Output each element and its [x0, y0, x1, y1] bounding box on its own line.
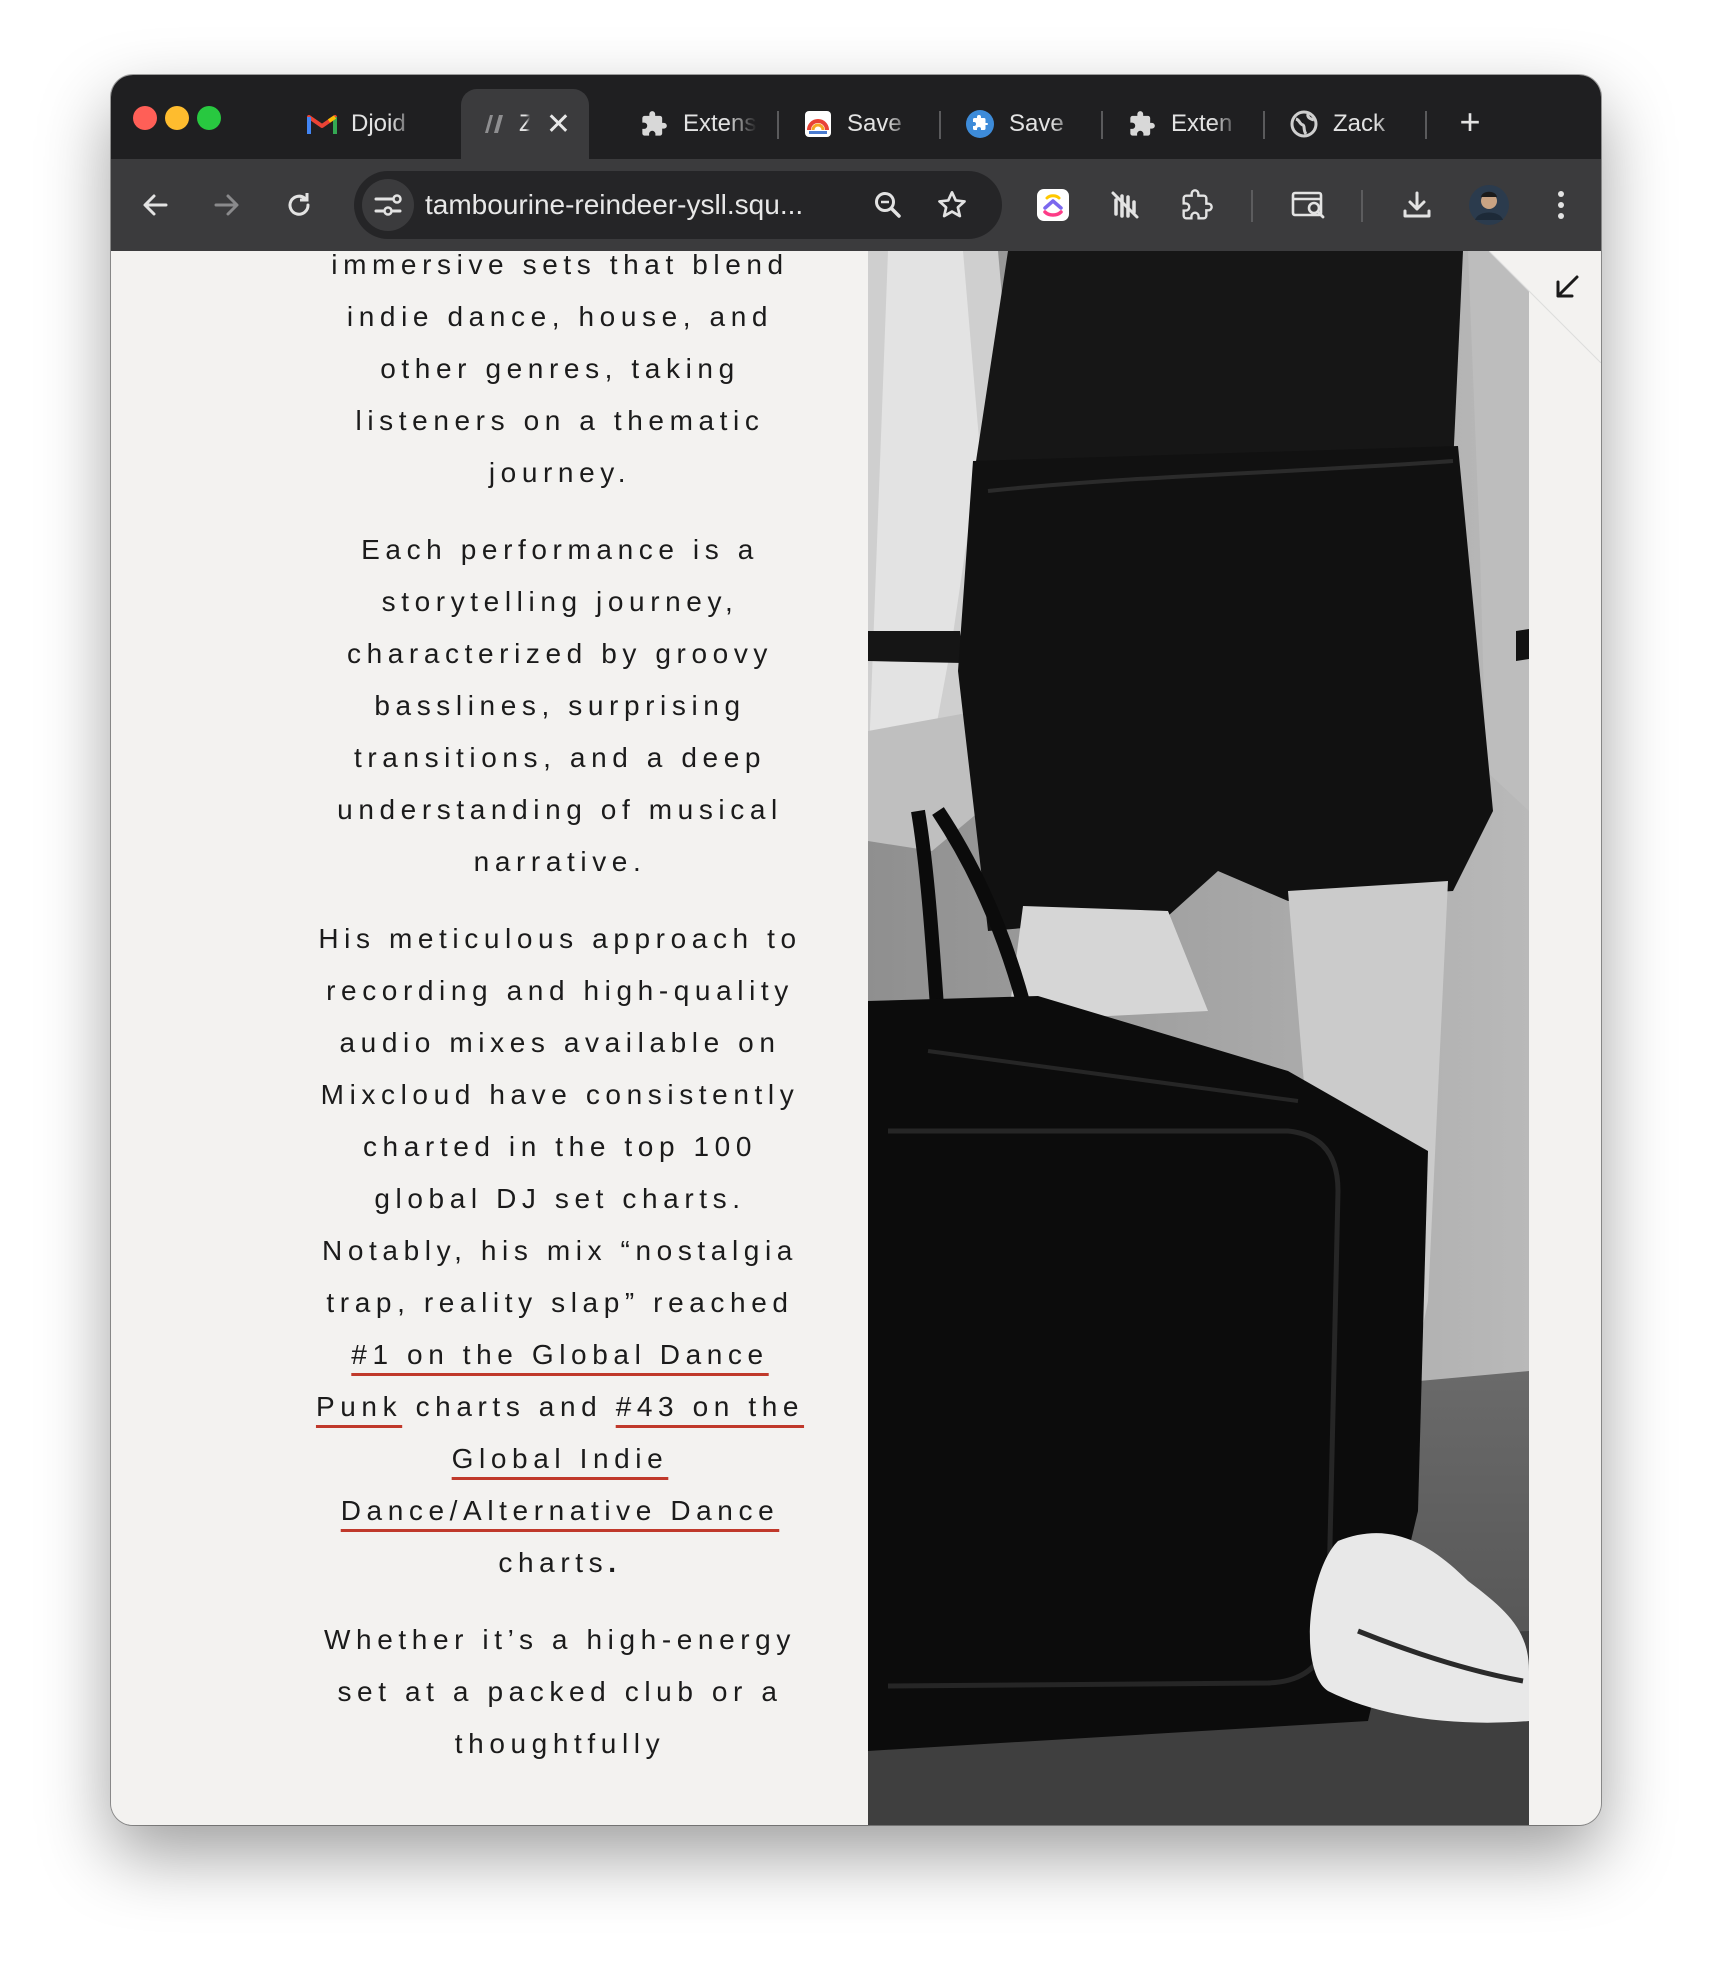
- tab-separator: [777, 111, 779, 139]
- collapse-arrow-icon[interactable]: [1549, 269, 1585, 305]
- close-tab-icon[interactable]: ✕: [546, 107, 571, 142]
- download-icon[interactable]: [1393, 181, 1441, 229]
- new-tab-button[interactable]: +: [1445, 95, 1495, 149]
- puzzle-icon: [639, 109, 669, 139]
- tab-save-2[interactable]: Save: [965, 89, 1081, 159]
- tab-title: Za: [519, 110, 530, 137]
- bio-paragraph: Whether it’s a high-energy set at a pack…: [324, 1624, 796, 1759]
- site-logo-icon: [479, 109, 509, 139]
- bio-text: .: [608, 1547, 622, 1578]
- tab-separator: [939, 111, 941, 139]
- tab-title: Exten: [1171, 110, 1233, 137]
- gmail-icon: [307, 109, 337, 139]
- tab-strip: Djoid Za ✕ Extens: [111, 75, 1601, 159]
- tab-title: Save: [1009, 110, 1064, 137]
- puzzle-icon: [1127, 109, 1157, 139]
- back-button[interactable]: [131, 181, 179, 229]
- tab-separator: [1425, 111, 1427, 139]
- menu-icon[interactable]: [1537, 181, 1585, 229]
- extensions-puzzle-icon[interactable]: [1173, 181, 1221, 229]
- blue-extension-icon: [965, 109, 995, 139]
- tab-gmail[interactable]: Djoid: [307, 89, 417, 159]
- tab-title: Zack: [1333, 110, 1386, 137]
- tab-extensions-2[interactable]: Exten: [1127, 89, 1243, 159]
- bio-text: charts: [498, 1547, 609, 1578]
- zoom-window-button[interactable]: [197, 106, 221, 130]
- tab-title: Save: [847, 110, 902, 137]
- bio-paragraph: His meticulous approach to recording and…: [315, 913, 805, 1589]
- bio-text: His meticulous approach to recording and…: [318, 923, 802, 1318]
- tab-separator: [1263, 111, 1265, 139]
- browser-window: Djoid Za ✕ Extens: [111, 75, 1601, 1825]
- bio-text: charts and: [402, 1391, 616, 1422]
- close-window-button[interactable]: [133, 106, 157, 130]
- tab-extensions-1[interactable]: Extens: [639, 89, 759, 159]
- clickup-extension-icon[interactable]: [1029, 181, 1077, 229]
- toolbar-separator: [1251, 190, 1253, 222]
- bio-paragraph: Each performance is a storytelling journ…: [337, 534, 783, 877]
- reading-mode-icon[interactable]: [1285, 181, 1333, 229]
- tab-save-1[interactable]: Save: [803, 89, 913, 159]
- bookmark-star-icon[interactable]: [928, 181, 976, 229]
- ad-blocker-extension-icon[interactable]: [1101, 181, 1149, 229]
- address-bar[interactable]: tambourine-reindeer-ysll.squ...: [354, 171, 1002, 239]
- tune-icon: [374, 194, 402, 216]
- corner-fold: [1488, 250, 1601, 364]
- tab-title: Extens: [683, 110, 757, 137]
- minimize-window-button[interactable]: [165, 106, 189, 130]
- tab-title: Djoid: [351, 110, 406, 137]
- tab-zack[interactable]: Zack: [1289, 89, 1405, 159]
- save-app-icon: [803, 109, 833, 139]
- url-text[interactable]: tambourine-reindeer-ysll.squ...: [425, 171, 845, 239]
- bio-paragraph: immersive sets that blend indie dance, h…: [331, 249, 789, 488]
- forward-button[interactable]: [203, 181, 251, 229]
- site-info-button[interactable]: [362, 179, 414, 231]
- dj-photo: [868, 251, 1529, 1825]
- globe-icon: [1289, 109, 1319, 139]
- toolbar-separator: [1361, 190, 1363, 222]
- profile-avatar[interactable]: [1465, 181, 1513, 229]
- toolbar: tambourine-reindeer-ysll.squ...: [111, 159, 1601, 251]
- reload-button[interactable]: [275, 181, 323, 229]
- zoom-icon[interactable]: [864, 181, 912, 229]
- bio-text-column: immersive sets that blend indie dance, h…: [315, 239, 805, 1795]
- page-viewport: immersive sets that blend indie dance, h…: [111, 249, 1601, 1825]
- tab-current[interactable]: Za ✕: [461, 89, 589, 159]
- tab-separator: [1101, 111, 1103, 139]
